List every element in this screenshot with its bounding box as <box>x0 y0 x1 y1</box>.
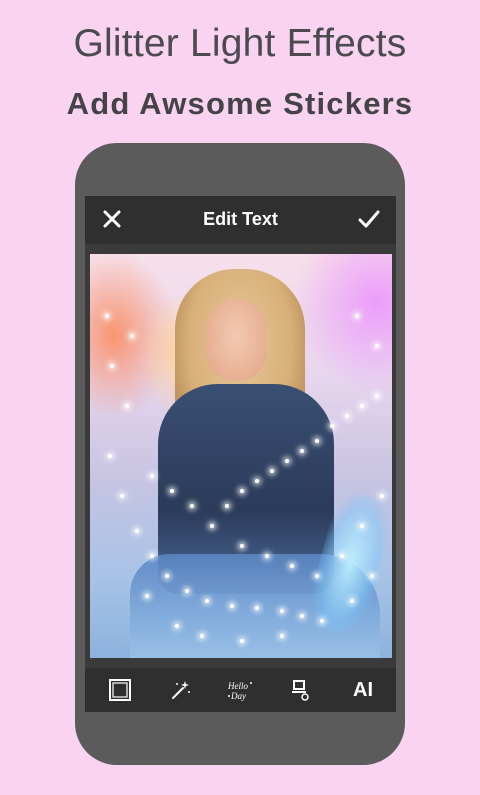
sparkle <box>285 459 289 463</box>
sparkle <box>150 474 154 478</box>
sparkle <box>255 606 259 610</box>
sparkle <box>130 334 134 338</box>
sparkle <box>210 524 214 528</box>
svg-text:Hello: Hello <box>227 681 248 691</box>
sparkle <box>255 479 259 483</box>
edited-photo[interactable] <box>90 254 392 658</box>
promo-headline: Glitter Light Effects <box>73 22 407 65</box>
sparkle <box>165 574 169 578</box>
sparkle <box>350 599 354 603</box>
promo-subline: Add Awsome Stickers <box>66 86 414 121</box>
sparkle <box>190 504 194 508</box>
sparkle <box>320 619 324 623</box>
sparkle <box>170 489 174 493</box>
sparkle <box>300 449 304 453</box>
photo-face <box>206 299 266 381</box>
sparkle <box>360 404 364 408</box>
app-screen: Edit Text Hello Day AI <box>85 196 396 712</box>
sparkle <box>120 494 124 498</box>
sparkle <box>240 639 244 643</box>
sparkle <box>105 314 109 318</box>
sparkle <box>315 439 319 443</box>
sparkle <box>205 599 209 603</box>
sparkle <box>200 634 204 638</box>
sparkle <box>110 364 114 368</box>
text-icon[interactable]: AI <box>346 675 380 705</box>
sparkle <box>360 524 364 528</box>
sparkle <box>300 614 304 618</box>
sparkle <box>315 574 319 578</box>
check-icon[interactable] <box>356 206 382 232</box>
sticker-icon[interactable]: Hello Day <box>225 675 255 705</box>
sparkle <box>108 454 112 458</box>
sparkle <box>185 589 189 593</box>
sparkle <box>150 554 154 558</box>
sparkle <box>230 604 234 608</box>
sparkle <box>375 394 379 398</box>
sparkle <box>340 554 344 558</box>
sparkle <box>145 594 149 598</box>
sparkle <box>265 554 269 558</box>
sparkle <box>345 414 349 418</box>
sparkle <box>355 314 359 318</box>
stamp-icon[interactable] <box>285 675 315 705</box>
sparkle <box>225 504 229 508</box>
frame-icon[interactable] <box>105 675 135 705</box>
text-tool-label: AI <box>353 678 373 701</box>
sparkle <box>280 609 284 613</box>
sparkle <box>240 544 244 548</box>
bottom-toolbar: Hello Day AI <box>85 668 396 712</box>
sparkle <box>375 344 379 348</box>
sparkle <box>280 634 284 638</box>
sparkle <box>175 624 179 628</box>
sparkle <box>240 489 244 493</box>
sparkle <box>330 424 334 428</box>
top-bar: Edit Text <box>85 196 396 244</box>
sparkle <box>125 404 129 408</box>
sparkle <box>380 494 384 498</box>
magic-wand-icon[interactable] <box>166 675 196 705</box>
sparkle <box>270 469 274 473</box>
screen-title: Edit Text <box>203 209 278 229</box>
sparkle <box>135 529 139 533</box>
svg-text:Day: Day <box>230 691 246 701</box>
sparkle <box>290 564 294 568</box>
sparkle <box>370 574 374 578</box>
